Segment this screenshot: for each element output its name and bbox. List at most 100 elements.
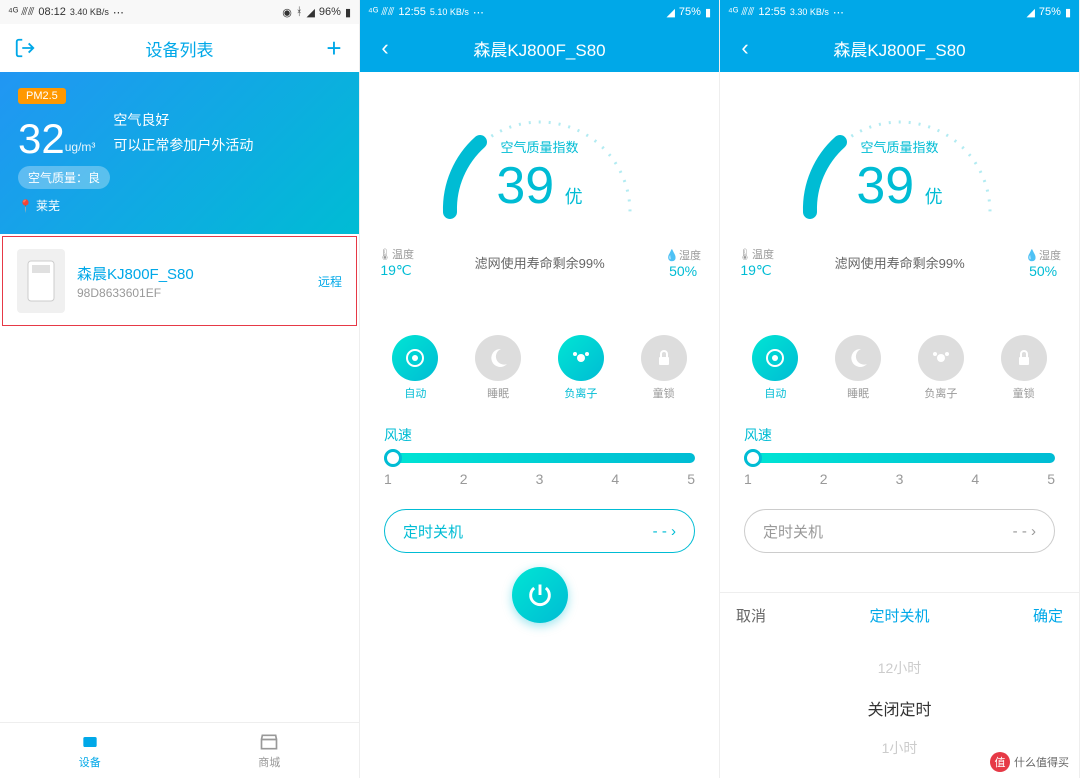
navbar: 设备列表 + xyxy=(0,24,359,72)
signal-icon: ⁴ᴳ ⫻⫻ xyxy=(728,6,754,19)
mode-lock[interactable]: 童锁 xyxy=(1001,335,1047,401)
bluetooth-icon: ᚼ xyxy=(296,6,303,18)
battery-icon: ▮ xyxy=(1065,6,1071,19)
droplet-icon: 💧 xyxy=(665,250,679,262)
mode-ion[interactable]: 负离子 xyxy=(558,335,604,401)
navbar: ‹ 森晨KJ800F_S80 xyxy=(360,24,719,72)
env-row: 🌡温度 19℃ 滤网使用寿命剩余99% 💧湿度 50% xyxy=(720,246,1079,279)
gauge: 空气质量指数 39 优 xyxy=(360,72,719,226)
mode-ion[interactable]: 负离子 xyxy=(918,335,964,401)
bottom-nav: 设备 商城 xyxy=(0,722,359,778)
env-row: 🌡温度 19℃ 滤网使用寿命剩余99% 💧湿度 50% xyxy=(360,246,719,279)
hum-value: 50% xyxy=(665,263,701,279)
mode-auto[interactable]: 自动 xyxy=(392,335,438,401)
nav-shop[interactable]: 商城 xyxy=(180,723,360,778)
panel-device-control: ⁴ᴳ ⫻⫻ 12:55 5.10 KB/s ⋯ ◢ 75% ▮ ‹ 森晨KJ80… xyxy=(360,0,720,778)
pm-badge: PM2.5 xyxy=(18,88,66,104)
gauge: 空气质量指数 39 优 xyxy=(720,72,1079,226)
aqi-unit: ug/m³ xyxy=(65,140,96,154)
quality-text: 空气良好 xyxy=(113,110,253,131)
status-time: 08:12 xyxy=(38,6,66,18)
location-text: 莱芜 xyxy=(36,197,60,214)
nav-devices[interactable]: 设备 xyxy=(0,723,180,778)
fan-slider[interactable] xyxy=(384,453,695,463)
device-item[interactable]: 森晨KJ800F_S80 98D8633601EF 远程 xyxy=(2,236,357,326)
status-net: 3.40 KB/s xyxy=(70,7,109,17)
fan-section: 风速 1 2 3 4 5 xyxy=(720,417,1079,495)
temp-value: 19℃ xyxy=(378,262,414,279)
fan-label: 风速 xyxy=(384,425,695,445)
droplet-icon: 💧 xyxy=(1025,250,1039,262)
picker-item[interactable]: 1小时 xyxy=(882,738,918,758)
device-image xyxy=(17,249,65,313)
picker-cancel[interactable]: 取消 xyxy=(736,605,766,626)
pin-icon: 📍 xyxy=(18,199,33,213)
picker-title: 定时关机 xyxy=(869,605,929,626)
watermark-icon: 值 xyxy=(990,752,1010,772)
fan-slider[interactable] xyxy=(744,453,1055,463)
panel-device-list: ⁴ᴳ ⫻⫻ 08:12 3.40 KB/s ⋯ ◉ ᚼ ◢ 96% ▮ 设备列表… xyxy=(0,0,360,778)
fan-label: 风速 xyxy=(744,425,1055,445)
battery-text: 75% xyxy=(1039,6,1061,18)
picker-item[interactable]: 12小时 xyxy=(878,658,922,678)
back-button[interactable]: ‹ xyxy=(374,37,396,59)
watermark: 值 什么值得买 xyxy=(984,750,1075,774)
location-row[interactable]: 📍 莱芜 xyxy=(18,197,341,214)
thermometer-icon: 🌡 xyxy=(738,249,752,261)
picker-item-selected[interactable]: 关闭定时 xyxy=(867,696,931,720)
page-title: 森晨KJ800F_S80 xyxy=(833,36,965,61)
mode-row: 自动 睡眠 负离子 童锁 xyxy=(720,319,1079,417)
hum-value: 50% xyxy=(1025,263,1061,279)
battery-icon: ▮ xyxy=(705,6,711,19)
mode-lock[interactable]: 童锁 xyxy=(641,335,687,401)
quality-badge: 空气质量：良 xyxy=(18,166,110,189)
device-name: 森晨KJ800F_S80 xyxy=(77,263,306,284)
status-time: 12:55 xyxy=(398,6,426,18)
filter-text: 滤网使用寿命剩余99% xyxy=(835,253,965,272)
power-button[interactable] xyxy=(512,567,568,623)
page-title: 设备列表 xyxy=(146,36,214,61)
status-time: 12:55 xyxy=(758,6,786,18)
timer-button[interactable]: 定时关机 - - › xyxy=(384,509,695,553)
battery-icon: ▮ xyxy=(345,6,351,19)
thermometer-icon: 🌡 xyxy=(378,249,392,261)
air-quality-card: PM2.5 32 ug/m³ 空气良好 可以正常参加户外活动 空气质量：良 📍 … xyxy=(0,72,359,234)
add-button[interactable]: + xyxy=(323,37,345,59)
status-net: 3.30 KB/s xyxy=(790,7,829,17)
filter-text: 滤网使用寿命剩余99% xyxy=(475,253,605,272)
panel-device-picker: ⁴ᴳ ⫻⫻ 12:55 3.30 KB/s ⋯ ◢ 75% ▮ ‹ 森晨KJ80… xyxy=(720,0,1080,778)
page-title: 森晨KJ800F_S80 xyxy=(473,36,605,61)
more-icon: ⋯ xyxy=(473,6,484,19)
more-icon: ⋯ xyxy=(113,6,124,19)
timer-button[interactable]: 定时关机 - - › xyxy=(744,509,1055,553)
mode-sleep[interactable]: 睡眠 xyxy=(475,335,521,401)
temp-value: 19℃ xyxy=(738,262,774,279)
status-bar: ⁴ᴳ ⫻⫻ 12:55 3.30 KB/s ⋯ ◢ 75% ▮ xyxy=(720,0,1079,24)
advice-text: 可以正常参加户外活动 xyxy=(113,135,253,156)
chevron-right-icon: › xyxy=(671,523,676,540)
location-icon: ◉ xyxy=(282,6,292,19)
picker-confirm[interactable]: 确定 xyxy=(1033,605,1063,626)
wifi-icon: ◢ xyxy=(306,6,314,19)
more-icon: ⋯ xyxy=(833,6,844,19)
wifi-icon: ◢ xyxy=(1026,6,1034,19)
status-net: 5.10 KB/s xyxy=(430,7,469,17)
aqi-value: 32 xyxy=(18,118,65,160)
signal-icon: ⁴ᴳ ⫻⫻ xyxy=(8,6,34,19)
wifi-icon: ◢ xyxy=(666,6,674,19)
mode-row: 自动 睡眠 负离子 童锁 xyxy=(360,319,719,417)
mode-sleep[interactable]: 睡眠 xyxy=(835,335,881,401)
back-button[interactable]: ‹ xyxy=(734,37,756,59)
chevron-right-icon: › xyxy=(1031,523,1036,540)
mode-auto[interactable]: 自动 xyxy=(752,335,798,401)
battery-text: 75% xyxy=(679,6,701,18)
signal-icon: ⁴ᴳ ⫻⫻ xyxy=(368,6,394,19)
fan-section: 风速 1 2 3 4 5 xyxy=(360,417,719,495)
logout-icon[interactable] xyxy=(14,37,36,59)
status-bar: ⁴ᴳ ⫻⫻ 08:12 3.40 KB/s ⋯ ◉ ᚼ ◢ 96% ▮ xyxy=(0,0,359,24)
device-mac: 98D8633601EF xyxy=(77,286,306,300)
status-bar: ⁴ᴳ ⫻⫻ 12:55 5.10 KB/s ⋯ ◢ 75% ▮ xyxy=(360,0,719,24)
navbar: ‹ 森晨KJ800F_S80 xyxy=(720,24,1079,72)
device-tag: 远程 xyxy=(318,273,342,290)
battery-text: 96% xyxy=(319,6,341,18)
